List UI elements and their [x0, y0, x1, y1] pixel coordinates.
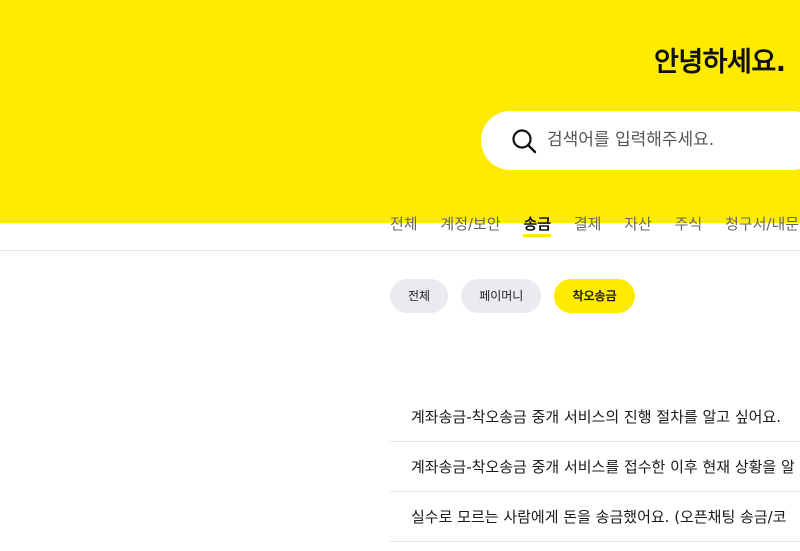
- search-input[interactable]: [547, 123, 800, 157]
- hero-banner: 안녕하세요.: [0, 0, 800, 223]
- chip-all[interactable]: 전체: [390, 279, 449, 313]
- greeting-title: 안녕하세요.: [654, 47, 786, 78]
- category-tabs: 전체 계정/보안 송금 결제 자산 주식 청구서/내문: [390, 213, 800, 237]
- faq-item[interactable]: 실수로 모르는 사람에게 돈을 송금했어요. (오픈채팅 송금/코: [390, 492, 800, 542]
- tabs-divider: [0, 250, 800, 251]
- tab-account-security[interactable]: 계정/보안: [440, 213, 500, 234]
- tab-assets[interactable]: 자산: [624, 213, 652, 234]
- tab-bills[interactable]: 청구서/내문: [725, 213, 799, 234]
- faq-item[interactable]: 계좌송금-착오송금 중개 서비스를 접수한 이후 현재 상황을 알: [390, 442, 800, 492]
- search-icon[interactable]: [511, 128, 537, 154]
- chip-mistaken-transfer[interactable]: 착오송금: [554, 279, 635, 313]
- search-box[interactable]: [481, 111, 800, 170]
- sub-filter-chips: 전체 페이머니 착오송금: [390, 279, 643, 313]
- tab-transfer[interactable]: 송금: [523, 213, 551, 237]
- tab-stocks[interactable]: 주식: [675, 213, 703, 234]
- tab-payment[interactable]: 결제: [574, 213, 602, 234]
- chip-paymoney[interactable]: 페이머니: [461, 279, 542, 313]
- faq-item[interactable]: 계좌송금-착오송금 중개 서비스의 진행 절차를 알고 싶어요.: [390, 392, 800, 442]
- tab-all[interactable]: 전체: [390, 213, 418, 234]
- faq-list: 계좌송금-착오송금 중개 서비스의 진행 절차를 알고 싶어요. 계좌송금-착오…: [390, 392, 800, 542]
